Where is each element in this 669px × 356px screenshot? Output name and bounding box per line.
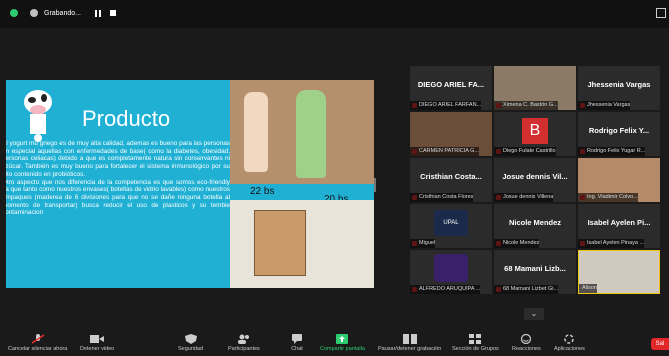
breakout-rooms-button[interactable]: Sección de Grupos <box>452 334 499 352</box>
smile-icon <box>521 334 532 344</box>
record-dot-icon <box>30 9 38 17</box>
stop-recording-icon[interactable] <box>110 6 116 20</box>
stop-video-button[interactable]: Detener video <box>80 334 114 352</box>
participant-tile[interactable]: Ing. Vladimir Colvo... <box>578 158 660 202</box>
breakout-icon <box>469 334 482 344</box>
people-icon <box>237 334 249 344</box>
pause-recording-icon[interactable] <box>95 6 101 20</box>
meeting-toolbar: Cancelar silenciar ahora Detener video S… <box>0 330 669 356</box>
splitter-handle[interactable] <box>374 178 376 192</box>
record-icon <box>402 334 417 344</box>
unmute-button[interactable]: Cancelar silenciar ahora <box>8 334 67 352</box>
price-small: 22 bs <box>250 186 275 197</box>
top-bar: Grabando... <box>0 0 669 28</box>
participant-avatar: B <box>522 118 548 144</box>
participant-tile[interactable]: Ximena C. Bastón G... <box>494 66 576 110</box>
chat-button[interactable]: Chat <box>290 334 304 352</box>
recording-indicator: Grabando... <box>30 6 81 20</box>
participant-tile[interactable]: DIEGO ARIEL FA... DIEGO ARIEL FARFAN... <box>410 66 492 110</box>
view-grid-icon[interactable] <box>656 6 666 20</box>
security-shield-icon[interactable] <box>10 6 18 20</box>
participant-tile[interactable]: UPAL Miguel <box>410 204 492 248</box>
participant-tile[interactable]: 68 Mamani Lizb... 68 Mamani Lizbet Gi... <box>494 250 576 294</box>
chat-icon <box>292 334 302 344</box>
video-icon <box>90 335 105 343</box>
slide-paragraph-2: Otro aspecto que nos diferencia de la co… <box>6 178 230 217</box>
participant-tile[interactable]: Josue dennis Vil... Josue dennis Villena <box>494 158 576 202</box>
participant-tile[interactable]: ALFREDO ARUQUIPA ... <box>410 250 492 294</box>
participant-tile[interactable]: Isabel Ayelen Pi... Isabel Ayelen Pinaya … <box>578 204 660 248</box>
participant-tile[interactable]: CARMEN PATRICIA G... <box>410 112 492 156</box>
participant-tile[interactable]: Cristhian Costa... Cristhian Costa Flores <box>410 158 492 202</box>
slide-body: El yogurt mu griego es de muy alta calid… <box>6 140 230 217</box>
participant-tile-active[interactable]: Alison <box>578 250 660 294</box>
security-button[interactable]: Seguridad <box>178 334 203 352</box>
small-bottle-image <box>244 92 268 172</box>
participant-tile[interactable]: Rodrigo Felix Y... Rodrigo Felix Yugar R.… <box>578 112 660 156</box>
share-screen-icon <box>336 334 349 344</box>
a-logo-icon <box>434 254 468 282</box>
upal-logo: UPAL <box>434 210 468 236</box>
slide-title: Producto <box>82 106 171 131</box>
slide-paragraph-1: El yogurt mu griego es de muy alta calid… <box>6 140 230 178</box>
participants-button[interactable]: Participantes <box>228 334 260 352</box>
participant-tile[interactable]: B Diego Fulate Castrillo <box>494 112 576 156</box>
mic-off-icon <box>31 334 45 344</box>
shared-screen: Producto El yogurt mu griego es de muy a… <box>6 80 374 288</box>
shield-icon <box>184 334 197 344</box>
participant-tile[interactable]: Jhessenia Vargas Jhessenia Vargas <box>578 66 660 110</box>
large-bottle-image <box>296 90 326 178</box>
presentation-slide: Producto El yogurt mu griego es de muy a… <box>6 80 374 288</box>
share-screen-button[interactable]: Compartir pantalla <box>320 334 365 352</box>
participant-tile[interactable]: Nicole Mendez Nicole Mendez <box>494 204 576 248</box>
cow-mascot-icon <box>24 90 52 142</box>
apps-button[interactable]: Aplicaciones <box>554 334 585 352</box>
leave-button[interactable]: Sal <box>651 338 669 350</box>
pause-recording-button[interactable]: Pausar/detener grabación <box>378 334 441 352</box>
reactions-button[interactable]: Reacciones <box>512 334 541 352</box>
wooden-box-image <box>254 210 306 276</box>
recording-label: Grabando... <box>44 9 81 17</box>
apps-icon <box>564 334 575 344</box>
chevron-down-icon[interactable]: ⌄ <box>524 308 544 320</box>
